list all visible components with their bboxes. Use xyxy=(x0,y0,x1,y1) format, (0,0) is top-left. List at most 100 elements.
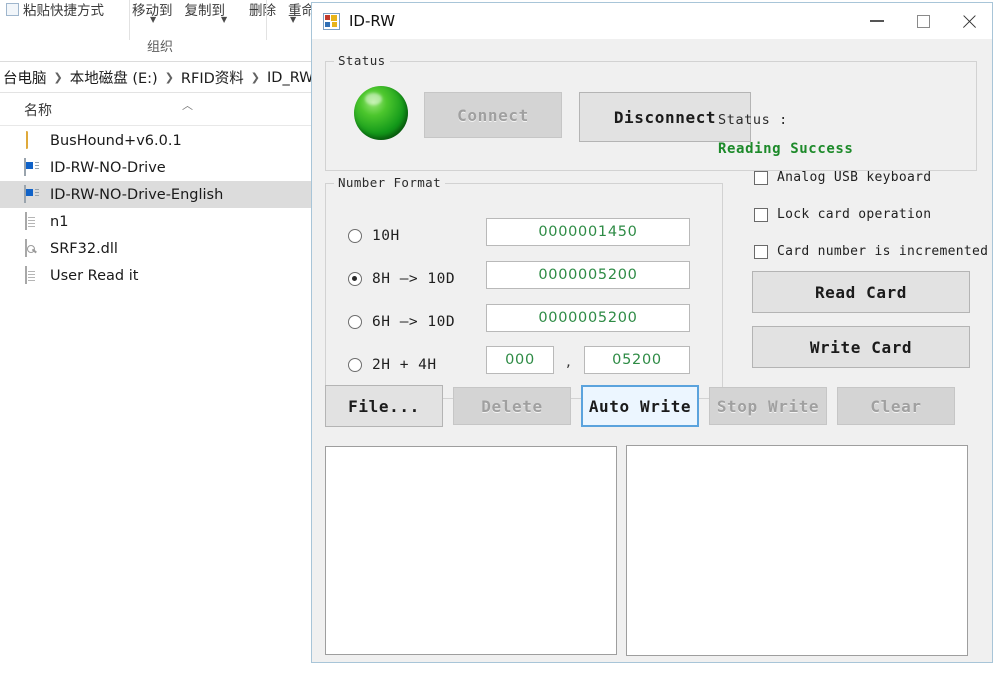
file-name: ID-RW-NO-Drive-English xyxy=(50,187,223,203)
right-output-textarea[interactable] xyxy=(626,445,968,656)
list-item[interactable]: ID-RW-NO-Drive-English xyxy=(0,181,311,208)
close-icon xyxy=(961,13,978,30)
maximize-button[interactable] xyxy=(900,3,946,39)
number-format-group-title: Number Format xyxy=(334,175,445,190)
value-input-10h[interactable]: 0000001450 xyxy=(486,218,690,246)
breadcrumb-item-rfid[interactable]: RFID资料 xyxy=(180,67,245,88)
list-item[interactable]: User Read it xyxy=(0,262,311,289)
radio-label: 10H xyxy=(372,228,400,244)
ribbon-group-label: 组织 xyxy=(0,36,320,55)
radio-option-2h-4h[interactable]: 2H + 4H xyxy=(348,357,437,373)
sort-ascending-icon: ︿ xyxy=(182,97,193,113)
ribbon-button-row: 粘贴快捷方式 移动到 ▼ 复制到 ▼ 删除 ▼ 重命名 xyxy=(0,0,320,26)
list-item[interactable]: n1 xyxy=(0,208,311,235)
chevron-down-icon: ▼ xyxy=(150,16,156,24)
ribbon-item-label: 删除 xyxy=(249,0,276,19)
title-bar[interactable]: ID-RW xyxy=(312,3,992,39)
ribbon-item-label: 复制到 xyxy=(185,0,226,19)
radio-label: 8H —> 10D xyxy=(372,271,455,287)
clear-button[interactable]: Clear xyxy=(837,387,955,425)
checkbox-icon xyxy=(754,245,768,259)
ribbon-divider xyxy=(266,0,267,40)
chevron-down-icon: ▼ xyxy=(290,16,296,24)
radio-label: 6H —> 10D xyxy=(372,314,455,330)
column-header-label: 名称 xyxy=(24,100,52,120)
file-name: ID-RW-NO-Drive xyxy=(50,160,166,176)
breadcrumb-item-idrw[interactable]: ID_RW- xyxy=(266,70,311,86)
checkbox-label: Analog USB keyboard xyxy=(777,170,931,185)
ribbon-item-delete[interactable]: 删除 ▼ xyxy=(243,0,282,26)
stop-write-button-label: Stop Write xyxy=(717,397,819,416)
breadcrumb-item-computer[interactable]: 台电脑 xyxy=(2,67,48,88)
write-card-button[interactable]: Write Card xyxy=(752,326,970,368)
read-card-button[interactable]: Read Card xyxy=(752,271,970,313)
maximize-icon xyxy=(917,15,930,28)
breadcrumb-item-drive[interactable]: 本地磁盘 (E:) xyxy=(69,67,159,88)
ribbon-divider xyxy=(129,0,130,40)
left-output-textarea[interactable] xyxy=(325,446,617,655)
status-badge: Reading Success xyxy=(718,141,853,157)
value-input-8h[interactable]: 0000005200 xyxy=(486,261,690,289)
ribbon-item-move-to[interactable]: 移动到 ▼ xyxy=(126,0,179,26)
ribbon-toolbar: 粘贴快捷方式 移动到 ▼ 复制到 ▼ 删除 ▼ 重命名 组织 xyxy=(0,0,320,62)
delete-button-label: Delete xyxy=(481,397,542,416)
clear-button-label: Clear xyxy=(870,397,921,416)
delete-button[interactable]: Delete xyxy=(453,387,571,425)
file-name: SRF32.dll xyxy=(50,241,118,257)
auto-write-button[interactable]: Auto Write xyxy=(581,385,699,427)
checkbox-icon xyxy=(754,208,768,222)
value-input-6h[interactable]: 0000005200 xyxy=(486,304,690,332)
value-input-2h[interactable]: 000 xyxy=(486,346,554,374)
column-header-name[interactable]: 名称 xyxy=(0,94,311,126)
auto-write-button-label: Auto Write xyxy=(589,397,691,416)
checkbox-analog-usb-keyboard[interactable]: Analog USB keyboard xyxy=(754,170,931,185)
window-controls xyxy=(854,3,992,39)
window-title: ID-RW xyxy=(349,12,395,30)
ribbon-item-copy-to[interactable]: 复制到 ▼ xyxy=(179,0,232,26)
ribbon-item-paste-shortcut[interactable]: 粘贴快捷方式 xyxy=(0,0,110,26)
list-item[interactable]: BusHound+v6.0.1 xyxy=(0,127,311,154)
read-card-button-label: Read Card xyxy=(815,283,907,302)
application-icon xyxy=(24,186,41,203)
chevron-right-icon: ❯ xyxy=(159,71,180,84)
file-name: BusHound+v6.0.1 xyxy=(50,133,182,149)
radio-option-6h-10d[interactable]: 6H —> 10D xyxy=(348,314,455,330)
dll-icon xyxy=(24,240,41,257)
file-list[interactable]: BusHound+v6.0.1 ID-RW-NO-Drive ID-RW-NO-… xyxy=(0,127,311,676)
disconnect-button-label: Disconnect xyxy=(614,108,716,127)
chevron-down-icon: ▼ xyxy=(221,16,227,24)
minimize-button[interactable] xyxy=(854,3,900,39)
minimize-icon xyxy=(870,20,884,22)
radio-icon xyxy=(348,358,362,372)
application-icon xyxy=(24,159,41,176)
document-icon xyxy=(24,267,41,284)
checkbox-lock-card-operation[interactable]: Lock card operation xyxy=(754,207,931,222)
chevron-right-icon: ❯ xyxy=(245,71,266,84)
winforms-app-icon xyxy=(323,13,340,30)
status-group: Status Connect Disconnect Status : Readi… xyxy=(325,61,977,171)
connect-button[interactable]: Connect xyxy=(424,92,562,138)
radio-icon-selected xyxy=(348,272,362,286)
write-card-button-label: Write Card xyxy=(810,338,912,357)
green-led-indicator xyxy=(354,86,408,140)
radio-option-10h[interactable]: 10H xyxy=(348,228,400,244)
stop-write-button[interactable]: Stop Write xyxy=(709,387,827,425)
radio-label: 2H + 4H xyxy=(372,357,437,373)
folder-icon xyxy=(24,132,41,149)
file-button[interactable]: File... xyxy=(325,385,443,427)
dialog-client-area: Status Connect Disconnect Status : Readi… xyxy=(312,39,992,662)
list-item[interactable]: ID-RW-NO-Drive xyxy=(0,154,311,181)
radio-icon xyxy=(348,229,362,243)
breadcrumb[interactable]: 台电脑 ❯ 本地磁盘 (E:) ❯ RFID资料 ❯ ID_RW- xyxy=(0,63,311,93)
connect-button-label: Connect xyxy=(457,106,529,125)
document-icon xyxy=(24,213,41,230)
value-input-4h[interactable]: 05200 xyxy=(584,346,690,374)
checkbox-card-number-incremented[interactable]: Card number is incremented xyxy=(754,244,988,259)
id-rw-window: ID-RW Status Connect Disconnect Stat xyxy=(311,2,993,663)
ribbon-item-label: 粘贴快捷方式 xyxy=(23,0,104,19)
radio-option-8h-10d[interactable]: 8H —> 10D xyxy=(348,271,455,287)
close-button[interactable] xyxy=(946,3,992,39)
list-item[interactable]: SRF32.dll xyxy=(0,235,311,262)
paste-shortcut-icon xyxy=(6,3,19,16)
chevron-right-icon: ❯ xyxy=(48,71,69,84)
